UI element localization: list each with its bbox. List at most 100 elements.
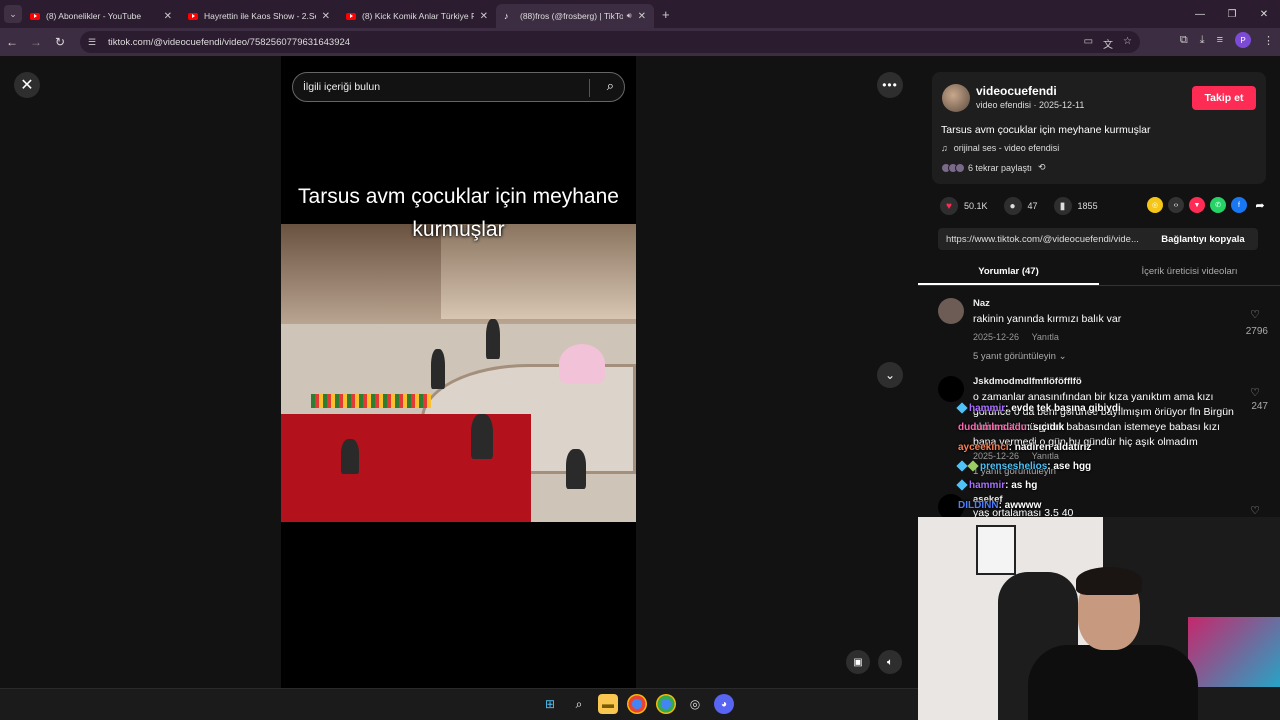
youtube-icon xyxy=(188,12,198,20)
browser-tab-3[interactable]: (8) Kick Komik Anlar Türkiye Re ✕ xyxy=(338,4,496,28)
red-carpet xyxy=(281,414,531,522)
author-avatar[interactable] xyxy=(942,84,970,112)
browser-tabbar: ⌄ (8) Abonelikler - YouTube ✕ Hayrettin … xyxy=(0,0,1280,28)
close-tab-icon[interactable]: ✕ xyxy=(480,11,488,22)
more-options-icon[interactable]: ••• xyxy=(877,72,903,98)
restore-icon[interactable]: ❐ xyxy=(1216,9,1248,20)
repost-icon[interactable]: ⟲ xyxy=(1038,162,1046,173)
chat-username: hammir xyxy=(969,480,1006,491)
next-video-icon[interactable]: ⌄ xyxy=(877,362,903,388)
browser-tab-1[interactable]: (8) Abonelikler - YouTube ✕ xyxy=(22,4,180,28)
close-tab-icon[interactable]: ✕ xyxy=(322,11,330,22)
chrome-icon[interactable] xyxy=(627,694,647,714)
music-row[interactable]: ♫ orijinal ses - video efendisi xyxy=(941,143,1059,153)
description-card: videocuefendi video efendisi · 2025-12-1… xyxy=(932,72,1266,184)
person-figure xyxy=(341,439,359,474)
cast-icon[interactable]: ▭ xyxy=(1084,36,1093,51)
close-video-icon[interactable]: ✕ xyxy=(14,72,40,98)
obs-icon[interactable]: ◎ xyxy=(685,694,705,714)
close-tab-icon[interactable]: ✕ xyxy=(638,11,646,22)
search-icon[interactable]: ⌕ xyxy=(607,78,614,94)
tab-search-icon[interactable]: ⌄ xyxy=(4,5,22,23)
author-username[interactable]: videocuefendi xyxy=(976,84,1057,98)
browser-tab-4[interactable]: ♪ (88)fros (@frosberg) | TikTo 🔊︎ ✕ xyxy=(496,4,654,28)
site-info-icon[interactable]: ☰ xyxy=(88,37,102,48)
minimize-icon[interactable]: — xyxy=(1184,9,1216,20)
follow-button[interactable]: Takip et xyxy=(1192,86,1256,110)
taskbar-icons: ⊞ ⌕ ▬ ◎ ◕ xyxy=(540,694,734,714)
video-description: Tarsus avm çocuklar için meyhane kurmuşl… xyxy=(941,124,1151,136)
address-text[interactable]: tiktok.com/@videocuefendi/video/75825607… xyxy=(108,37,350,48)
comment-text: o zamanlar anasınıfından bir kıza yanıkt… xyxy=(973,391,1234,448)
chat-text: : sıçıdık xyxy=(1026,422,1065,433)
chat-message: DILDINN: awwww xyxy=(958,500,1041,511)
cupcake-decoration xyxy=(559,344,605,384)
chat-username: dudumlmdadu xyxy=(958,422,1027,433)
share-url-text[interactable]: https://www.tiktok.com/@videocuefendi/vi… xyxy=(938,234,1148,245)
commenter-name[interactable]: Naz xyxy=(973,298,990,309)
author-subline: video efendisi · 2025-12-11 xyxy=(976,100,1085,110)
pip-icon[interactable]: ▣ xyxy=(846,650,870,674)
view-replies-button[interactable]: 5 yanıt görüntüleyin ⌄ xyxy=(973,351,1067,362)
like-heart-icon[interactable]: ♥ xyxy=(940,197,958,215)
bookmark-star-icon[interactable]: ☆ xyxy=(1123,36,1132,51)
repost-row[interactable]: 6 tekrar paylaştı ⟲ xyxy=(941,162,1046,173)
reposter-avatars xyxy=(941,162,965,173)
comment-date: 2025-12-26 xyxy=(973,332,1020,342)
tab-label: (8) Abonelikler - YouTube xyxy=(46,11,142,21)
tab-comments[interactable]: Yorumlar (47) xyxy=(918,262,1099,285)
comment-icon[interactable]: ● xyxy=(1003,197,1022,215)
video-frame xyxy=(281,224,636,522)
action-bar: ♥ 50.1K ● 47 ▮ 1855 ◎ ‹› ▼ ✆ f ➦ xyxy=(940,194,1270,218)
commenter-name[interactable]: Jskdmodmdlfmflöföfflfö xyxy=(973,376,1082,387)
comment-like-icon[interactable]: ♡ xyxy=(1250,308,1260,321)
reload-icon[interactable]: ↻ xyxy=(48,35,72,49)
chrome-profile-icon[interactable] xyxy=(656,694,676,714)
comment-text: rakinin yanında kırmızı balık var xyxy=(973,313,1122,325)
forward-icon[interactable]: → xyxy=(24,35,48,49)
comment-like-icon[interactable]: ♡ xyxy=(1250,386,1260,399)
browser-toolbar: ← → ↻ ☰ tiktok.com/@videocuefendi/video/… xyxy=(0,28,1280,56)
tab-creator-videos[interactable]: İçerik üreticisi videoları xyxy=(1099,262,1280,285)
address-bar[interactable]: ☰ tiktok.com/@videocuefendi/video/758256… xyxy=(80,31,1140,53)
search-icon[interactable]: ⌕ xyxy=(569,694,589,714)
speaker-icon[interactable]: 🔊︎ xyxy=(627,11,632,21)
streamer-body xyxy=(1028,645,1198,720)
menu-icon[interactable]: ⋮ xyxy=(1263,34,1274,47)
new-tab-icon[interactable]: + xyxy=(662,7,670,22)
copy-link-button[interactable]: Bağlantıyı kopyala xyxy=(1148,234,1258,245)
bookmark-icon[interactable]: ▮ xyxy=(1053,197,1072,215)
reply-button[interactable]: Yanıtla xyxy=(1032,332,1059,342)
tab-label: (88)fros (@frosberg) | TikTo xyxy=(520,11,623,21)
discord-icon[interactable]: ◕ xyxy=(714,694,734,714)
browser-tab-2[interactable]: Hayrettin ile Kaos Show - 2.Sez ✕ xyxy=(180,4,338,28)
commenter-avatar[interactable] xyxy=(938,376,964,402)
windows-start-icon[interactable]: ⊞ xyxy=(540,694,560,714)
close-tab-icon[interactable]: ✕ xyxy=(164,11,172,22)
person-figure xyxy=(431,349,445,389)
file-explorer-icon[interactable]: ▬ xyxy=(598,694,618,714)
coin-icon[interactable]: ◎ xyxy=(1147,197,1163,213)
commenter-avatar[interactable] xyxy=(938,298,964,324)
save-count: 1855 xyxy=(1077,201,1098,211)
comment-like-icon[interactable]: ♡ xyxy=(1250,504,1260,517)
chat-message: ayceekinci: nadiren aldatiriz xyxy=(958,442,1091,453)
back-icon[interactable]: ← xyxy=(0,35,24,49)
embed-icon[interactable]: ‹› xyxy=(1168,197,1184,213)
address-actions: ▭ 文 ☆ xyxy=(1084,36,1132,51)
extensions-icon[interactable]: ⧉ xyxy=(1180,34,1188,47)
facebook-icon[interactable]: f xyxy=(1231,197,1247,213)
whatsapp-icon[interactable]: ✆ xyxy=(1210,197,1226,213)
search-input[interactable]: İlgili içeriği bulun ⌕ xyxy=(292,72,625,102)
share-arrow-icon[interactable]: ➦ xyxy=(1252,197,1268,213)
reading-list-icon[interactable]: ≡ xyxy=(1217,34,1223,46)
profile-avatar[interactable]: P xyxy=(1235,32,1251,48)
close-window-icon[interactable]: ✕ xyxy=(1248,9,1280,20)
toolbar-right: ⧉ ⤓ ≡ P ⋮ xyxy=(1180,32,1274,48)
translate-icon[interactable]: 文 xyxy=(1103,36,1113,51)
send-icon[interactable]: ▼ xyxy=(1189,197,1205,213)
volume-icon[interactable]: 🔈︎ xyxy=(878,650,902,674)
speaker-stand xyxy=(566,449,586,489)
music-title[interactable]: orijinal ses - video efendisi xyxy=(954,143,1060,153)
download-icon[interactable]: ⤓ xyxy=(1200,34,1205,47)
